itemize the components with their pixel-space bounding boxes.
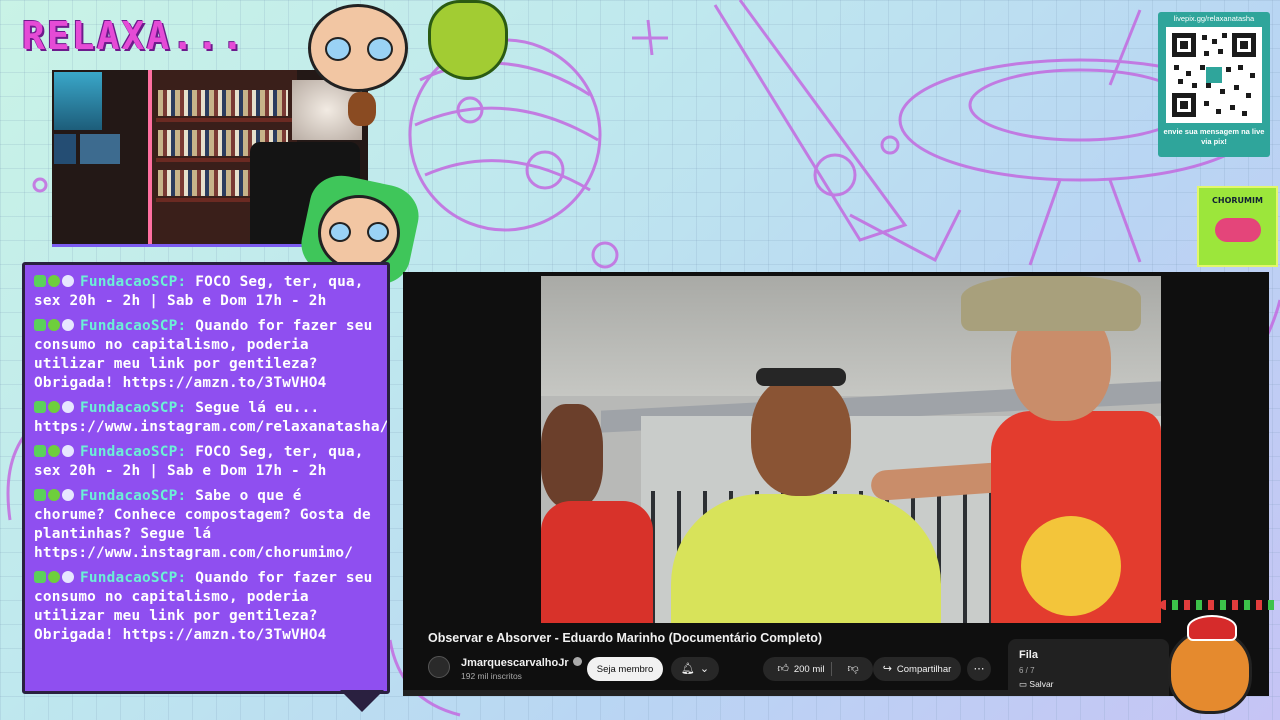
chorumim-logo-text: CHORUMIM	[1212, 196, 1263, 205]
more-button[interactable]: ⋯	[967, 657, 991, 681]
person-left-head	[541, 404, 603, 508]
share-icon: ↪	[882, 662, 892, 675]
description-edge	[403, 690, 1008, 696]
mod-badge-icon	[34, 319, 46, 331]
thumbs-down-icon[interactable]: 👎︎	[847, 663, 858, 675]
bot-badge-icon	[62, 275, 74, 287]
channel-avatar[interactable]	[428, 656, 450, 678]
subscriber-count: 192 mil inscritos	[461, 671, 522, 681]
chat-bubble-tail	[340, 690, 384, 712]
hair-bun-sticker	[348, 92, 376, 126]
badge-icons	[34, 443, 76, 462]
cartoon-girl-sticker	[318, 195, 400, 271]
thumbs-up-icon[interactable]: 👍︎	[777, 663, 789, 675]
cartoon-face-sticker	[308, 4, 408, 92]
bot-badge-icon	[62, 445, 74, 457]
badge-icons	[34, 273, 76, 292]
alien-badge-icon	[48, 319, 60, 331]
mod-badge-icon	[34, 401, 46, 413]
join-button[interactable]: Seja membro	[587, 657, 663, 681]
wall-frame	[54, 134, 76, 164]
wall-poster	[54, 72, 102, 130]
queue-save[interactable]: ▭ Salvar	[1019, 679, 1054, 690]
chorumim-badge: CHORUMIM	[1197, 186, 1278, 267]
green-monster-sticker	[428, 0, 508, 80]
divider	[831, 662, 832, 676]
queue-count: 6 / 7	[1019, 666, 1035, 675]
shelf-board	[156, 118, 293, 122]
more-icon: ⋯	[973, 662, 985, 675]
chat-username: FundacaoSCP:	[80, 400, 187, 416]
chat-message: FundacaoSCP: FOCO Seg, ter, qua, sex 20h…	[34, 273, 378, 311]
like-count: 200 mil	[793, 663, 825, 675]
bot-badge-icon	[62, 319, 74, 331]
stream-title: RELAXA...	[22, 14, 246, 58]
bot-badge-icon	[62, 401, 74, 413]
cap	[961, 276, 1141, 331]
christmas-lights	[1160, 600, 1280, 610]
queue-panel[interactable]: Fila 6 / 7 ▭ Salvar	[1008, 639, 1169, 696]
mod-badge-icon	[34, 571, 46, 583]
chat-username: FundacaoSCP:	[80, 444, 187, 460]
verified-icon	[572, 657, 582, 666]
channel-name[interactable]: JmarquescarvalhoJr	[461, 657, 582, 669]
notification-button[interactable]: 🔔︎ ⌄	[671, 657, 719, 681]
bot-badge-icon	[62, 571, 74, 583]
chat-username: FundacaoSCP:	[80, 570, 187, 586]
chat-message: FundacaoSCP: Quando for fazer seu consum…	[34, 569, 378, 645]
person-center-head	[751, 376, 851, 496]
video-title: Observar e Absorver - Eduardo Marinho (D…	[428, 631, 823, 645]
queue-title: Fila	[1019, 649, 1038, 661]
badge-icons	[34, 317, 76, 336]
grumpy-cat-sticker	[1168, 615, 1252, 714]
chat-username: FundacaoSCP:	[80, 274, 187, 290]
chat-username: FundacaoSCP:	[80, 488, 187, 504]
chat-message: FundacaoSCP: Segue lá eu... https://www.…	[34, 399, 387, 437]
shirt-logo	[1021, 516, 1121, 616]
mod-badge-icon	[34, 489, 46, 501]
mod-badge-icon	[34, 275, 46, 287]
alien-badge-icon	[48, 489, 60, 501]
bell-icon: 🔔︎	[680, 662, 695, 675]
alien-badge-icon	[48, 445, 60, 457]
chat-username: FundacaoSCP:	[80, 318, 187, 334]
sunglasses	[756, 368, 846, 386]
chat-message: FundacaoSCP: FOCO Seg, ter, qua, sex 20h…	[34, 443, 378, 481]
chat-panel: FundacaoSCP: FOCO Seg, ter, qua, sex 20h…	[22, 262, 390, 694]
person-center-body	[671, 494, 941, 623]
qr-url: livepix.gg/relaxanatasha	[1173, 14, 1255, 23]
alien-badge-icon	[48, 275, 60, 287]
channel-name-text: JmarquescarvalhoJr	[461, 657, 569, 669]
chat-message: FundacaoSCP: Sabe o que é chorume? Conhe…	[34, 487, 378, 563]
alien-badge-icon	[48, 571, 60, 583]
bot-badge-icon	[62, 489, 74, 501]
badge-icons	[34, 399, 76, 418]
pix-qr-card: livepix.gg/relaxanatasha envie sua mensa…	[1158, 12, 1270, 157]
alien-badge-icon	[48, 401, 60, 413]
chevron-down-icon: ⌄	[699, 662, 710, 675]
worm-icon	[1215, 218, 1261, 242]
like-dislike-group[interactable]: 👍︎ 200 mil 👎︎	[763, 657, 873, 681]
share-label: Compartilhar	[896, 663, 952, 675]
qr-caption: envie sua mensagem na live via pix!	[1163, 127, 1265, 146]
chat-message: FundacaoSCP: Quando for fazer seu consum…	[34, 317, 378, 393]
mod-badge-icon	[34, 445, 46, 457]
person-left-body	[541, 501, 653, 623]
video-frame[interactable]	[541, 276, 1161, 623]
badge-icons	[34, 487, 76, 506]
wall-frame	[80, 134, 120, 164]
badge-icons	[34, 569, 76, 588]
books	[158, 90, 288, 116]
save-label: Salvar	[1029, 679, 1054, 689]
share-button[interactable]: ↪ Compartilhar	[873, 657, 961, 681]
qr-code-icon	[1166, 27, 1262, 123]
video-player: Observar e Absorver - Eduardo Marinho (D…	[403, 272, 1269, 696]
